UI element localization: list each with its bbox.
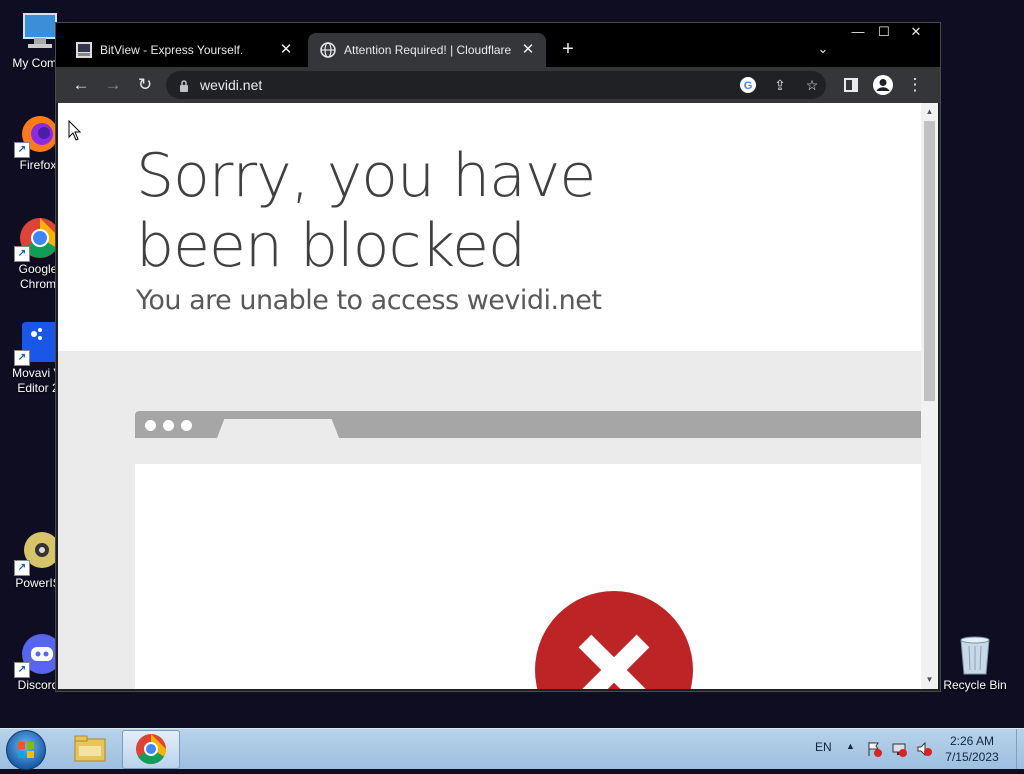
browser-window: BitView - Express Yourself. ✕ Attention … [55,22,941,692]
taskbar-explorer[interactable] [61,730,117,767]
desktop-icon-recycle-bin[interactable]: Recycle Bin [942,632,1008,693]
profile-avatar-icon[interactable] [870,72,896,98]
windows-logo-icon [18,742,34,758]
language-indicator[interactable]: EN [815,740,832,754]
movavi-icon: ↗ [14,320,60,366]
start-button[interactable] [6,730,46,770]
forward-arrow-icon[interactable]: → [100,72,126,98]
action-center-flag-icon[interactable] [866,741,882,762]
bookmark-star-icon[interactable]: ☆ [800,73,824,97]
scroll-down-arrow-icon[interactable]: ▼ [921,673,938,687]
bitview-favicon-icon [76,42,92,58]
clock-date: 7/15/2023 [945,750,999,764]
page-viewport: Sorry, you have been blocked You are una… [58,103,921,689]
illustration-address-bar [135,438,921,464]
globe-icon [320,42,336,58]
window-dot-icon [181,420,192,431]
tab-title: BitView - Express Yourself. [100,43,244,57]
reload-icon[interactable]: ↻ [132,72,158,98]
taskbar: EN ▲ 2:26 AM 7/15/2023 [0,728,1024,770]
page-title: Sorry, you have been blocked [136,141,596,281]
discord-icon: ↗ [14,632,62,678]
scrollbar-thumb[interactable] [924,121,935,401]
clock-time: 2:26 AM [949,734,995,748]
blocked-browser-illustration [135,411,921,689]
system-clock[interactable]: 2:26 AM 7/15/2023 [932,733,1012,765]
show-hidden-icons-arrow-icon[interactable]: ▲ [846,741,855,751]
tab-close-icon[interactable]: ✕ [520,42,536,58]
mouse-cursor-icon [68,119,82,147]
firefox-icon: ↗ [14,112,60,158]
illustration-body [135,464,921,689]
tab-strip: BitView - Express Yourself. ✕ Attention … [56,23,940,67]
address-bar[interactable]: wevidi.net G ⇪ ☆ [166,71,826,99]
vertical-scrollbar[interactable]: ▲ ▼ [921,103,938,689]
window-dot-icon [163,420,174,431]
google-icon[interactable]: G [736,73,760,97]
shortcut-arrow-icon: ↗ [14,350,30,366]
error-x-icon [535,591,693,689]
network-icon[interactable] [891,741,907,762]
taskbar-chrome[interactable] [122,730,180,769]
folder-icon [74,735,106,762]
window-dot-icon [145,420,156,431]
illustration-tab [217,419,339,438]
error-header: Sorry, you have been blocked You are una… [58,103,921,351]
side-panel-icon[interactable] [838,72,864,98]
shortcut-arrow-icon: ↗ [14,560,30,576]
disc-icon: ↗ [14,530,60,576]
browser-toolbar: ← → ↻ wevidi.net G ⇪ ☆ ⋮ [56,67,940,103]
close-window-button[interactable]: ✕ [900,23,932,41]
tab-bitview[interactable]: BitView - Express Yourself. ✕ [64,33,304,67]
tab-close-icon[interactable]: ✕ [278,42,294,58]
shortcut-arrow-icon: ↗ [14,246,30,262]
chrome-icon: ↗ [14,216,60,262]
page-subtitle: You are unable to access wevidi.net [136,285,602,316]
recycle-bin-icon [953,632,997,676]
volume-muted-icon[interactable] [916,741,932,762]
tab-cloudflare[interactable]: Attention Required! | Cloudflare ✕ [308,33,546,67]
tab-search-chevron-icon[interactable]: ⌄ [811,37,835,61]
svg-text:G: G [744,80,753,92]
computer-icon [16,10,60,54]
shortcut-arrow-icon: ↗ [14,662,30,678]
menu-kebab-icon[interactable]: ⋮ [902,72,928,98]
new-tab-button[interactable]: + [556,38,580,62]
illustration-titlebar [135,411,921,438]
show-desktop-button[interactable] [1016,729,1024,769]
tab-title: Attention Required! | Cloudflare [344,43,512,57]
share-icon[interactable]: ⇪ [768,73,792,97]
desktop-icon-label: Recycle Bin [943,678,1007,692]
lock-icon [179,79,189,92]
scroll-up-arrow-icon[interactable]: ▲ [921,105,938,119]
url-text[interactable]: wevidi.net [200,77,262,93]
chrome-icon [136,734,166,765]
shortcut-arrow-icon: ↗ [14,142,30,158]
back-arrow-icon[interactable]: ← [68,72,94,98]
maximize-button[interactable]: ☐ [868,23,900,41]
